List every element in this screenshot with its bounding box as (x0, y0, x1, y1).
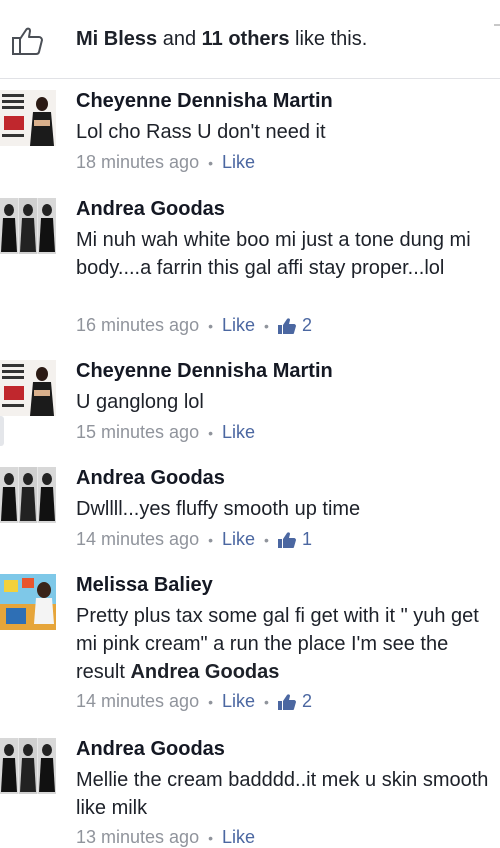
separator-dot: • (208, 424, 213, 441)
comment-item: Melissa Baliey Pretty plus tax some gal … (0, 574, 500, 724)
comment-meta: 14 minutes ago • Like • 2 (76, 691, 312, 712)
avatar[interactable] (0, 90, 56, 146)
comment-author[interactable]: Cheyenne Dennisha Martin (76, 360, 333, 383)
like-link[interactable]: Like (222, 315, 255, 336)
comment-timestamp: 15 minutes ago (76, 422, 200, 442)
likes-suffix-text: like this. (289, 28, 368, 50)
comment-timestamp: 13 minutes ago (76, 827, 200, 847)
comment-item: Cheyenne Dennisha Martin U ganglong lol … (0, 360, 500, 450)
first-liker-name[interactable]: Mi Bless (76, 28, 157, 50)
comment-timestamp: 18 minutes ago (76, 152, 200, 172)
avatar[interactable] (0, 574, 56, 630)
comment-author[interactable]: Andrea Goodas (76, 198, 225, 221)
avatar[interactable] (0, 198, 56, 254)
separator-dot: • (208, 154, 213, 171)
avatar[interactable] (0, 467, 56, 523)
separator-dot: • (208, 317, 213, 334)
like-link[interactable]: Like (222, 691, 255, 712)
comment-item: Andrea Goodas Mi nuh wah white boo mi ju… (0, 198, 500, 348)
like-count[interactable]: 1 (302, 529, 312, 550)
comment-item: Cheyenne Dennisha Martin Lol cho Rass U … (0, 90, 500, 180)
comment-author[interactable]: Melissa Baliey (76, 574, 213, 597)
thumbs-up-icon (277, 693, 296, 710)
comment-author[interactable]: Andrea Goodas (76, 738, 225, 761)
comment-text: U ganglong lol (76, 391, 204, 413)
separator-dot: • (264, 317, 269, 334)
like-link[interactable]: Like (222, 152, 255, 173)
comment-text: Mellie the cream badddd..it mek u skin s… (76, 769, 489, 819)
like-link[interactable]: Like (222, 422, 255, 443)
others-count-link[interactable]: 11 others (202, 28, 290, 50)
like-link[interactable]: Like (222, 827, 255, 848)
like-count[interactable]: 2 (302, 315, 312, 336)
thumbs-up-outline-icon (12, 27, 43, 55)
thumbs-up-icon (277, 531, 296, 548)
avatar[interactable] (0, 360, 56, 416)
mention-link[interactable]: Andrea Goodas (130, 661, 279, 683)
like-link[interactable]: Like (222, 529, 255, 550)
comment-text: Mi nuh wah white boo mi just a tone dung… (76, 229, 471, 279)
thumbs-up-icon (277, 317, 296, 334)
comment-author[interactable]: Andrea Goodas (76, 467, 225, 490)
comment-text: Dwllll...yes fluffy smooth up time (76, 498, 361, 520)
separator-dot: • (264, 693, 269, 710)
separator-dot: • (208, 531, 213, 548)
likes-summary-bar[interactable]: Mi Bless and 11 others like this. (0, 0, 500, 79)
separator-dot: • (264, 531, 269, 548)
scroll-edge-marker (494, 24, 500, 36)
likes-summary-text[interactable]: Mi Bless and 11 others like this. (76, 28, 367, 51)
likes-and-text: and (157, 28, 202, 50)
comment-timestamp: 14 minutes ago (76, 691, 200, 711)
comment-meta: 14 minutes ago • Like • 1 (76, 529, 312, 550)
comment-meta: 18 minutes ago • Like (76, 152, 255, 173)
comment-item: Andrea Goodas Dwllll...yes fluffy smooth… (0, 467, 500, 557)
comment-meta: 16 minutes ago • Like • 2 (76, 315, 312, 336)
comment-text: Lol cho Rass U don't need it (76, 121, 326, 143)
avatar[interactable] (0, 738, 56, 794)
comment-meta: 13 minutes ago • Like (76, 827, 255, 848)
comment-timestamp: 14 minutes ago (76, 529, 200, 549)
separator-dot: • (208, 829, 213, 846)
comment-author[interactable]: Cheyenne Dennisha Martin (76, 90, 333, 113)
comment-text: Pretty plus tax some gal fi get with it … (76, 602, 496, 686)
separator-dot: • (208, 693, 213, 710)
comment-timestamp: 16 minutes ago (76, 315, 200, 335)
side-edge-tab (0, 416, 4, 446)
like-count[interactable]: 2 (302, 691, 312, 712)
comment-item: Andrea Goodas Mellie the cream badddd..i… (0, 738, 500, 847)
comment-meta: 15 minutes ago • Like (76, 422, 255, 443)
